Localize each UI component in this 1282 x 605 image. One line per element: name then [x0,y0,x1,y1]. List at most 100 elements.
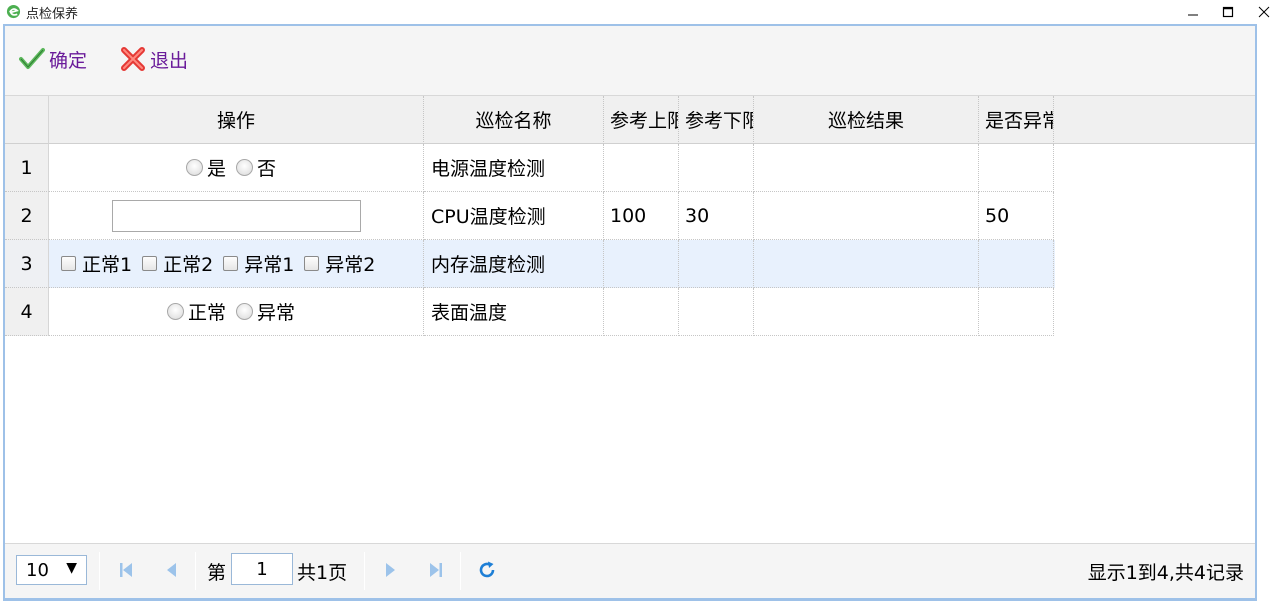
minimize-button[interactable] [1175,0,1211,24]
refresh-icon [479,561,495,578]
table-row[interactable]: 4 正常 异常 表面温度 [5,288,1055,336]
header-inspection-name[interactable]: 巡检名称 [424,96,604,144]
lower-limit-cell [679,288,754,336]
option-label: 异常 [257,302,296,324]
table-row[interactable]: 1 是 否 电源温度检测 [5,144,1055,192]
cross-icon [121,47,145,71]
confirm-label: 确定 [49,49,88,72]
exit-button[interactable]: 退出 [120,45,188,73]
row-number: 1 [5,144,49,192]
title-bar: 点检保养 [0,0,1282,24]
maximize-button[interactable] [1210,0,1246,24]
row-number: 3 [5,240,49,288]
checkbox-option[interactable]: 异常1 [223,250,294,277]
grid-header: 操作 巡检名称 参考上限 参考下限 巡检结果 是否异常 [5,96,1055,144]
radio-option-normal[interactable]: 正常 [166,298,226,325]
inspection-name-cell: CPU温度检测 [424,192,604,240]
page-total: 共1页 [297,562,348,584]
confirm-button[interactable]: 确定 [19,45,87,73]
radio-icon[interactable] [236,303,253,320]
checkbox-icon[interactable] [304,256,320,271]
separator [99,552,100,590]
header-upper-limit[interactable]: 参考上限 [604,96,679,144]
result-cell [754,240,979,288]
checkbox-option[interactable]: 正常2 [142,250,213,277]
header-rownum [5,96,49,144]
pagination-bar: 10 ▼ 第 1 共1页 显示1到4,共4记录 [5,543,1255,598]
next-page-icon [386,563,395,577]
upper-limit-cell [604,240,679,288]
refresh-button[interactable] [476,559,498,581]
operation-text-input[interactable] [111,199,361,232]
radio-icon[interactable] [166,303,184,320]
last-page-icon [430,563,442,577]
next-page-button[interactable] [380,559,402,581]
checkbox-icon[interactable] [142,256,158,271]
upper-limit-cell [604,144,679,192]
close-icon [1258,6,1270,18]
header-lower-limit[interactable]: 参考下限 [679,96,754,144]
separator [460,552,461,590]
dialog-frame: 确定 退出 操作 巡检名称 参考上限 参考下限 巡检结果 是否异常 1 是 否 [3,24,1257,601]
abnormal-cell [979,240,1054,288]
abnormal-cell [979,144,1054,192]
lower-limit-cell [679,144,754,192]
close-button[interactable] [1246,0,1282,24]
radio-icon[interactable] [236,159,253,176]
window-title: 点检保养 [26,7,79,22]
exit-label: 退出 [150,49,189,72]
abnormal-cell [979,288,1054,336]
result-cell [754,192,979,240]
minimize-icon [1188,14,1198,16]
page-size-value: 10 [26,559,49,581]
maximize-icon [1222,6,1234,18]
radio-option-no[interactable]: 否 [236,154,276,181]
record-info: 显示1到4,共4记录 [1087,562,1244,584]
app-logo-icon [6,4,21,19]
radio-option-abnormal[interactable]: 异常 [236,298,295,325]
toolbar: 确定 退出 [5,26,1255,96]
first-page-icon [120,563,132,577]
option-label: 否 [257,158,277,180]
row-number: 2 [5,192,49,240]
lower-limit-cell [679,240,754,288]
last-page-button[interactable] [425,559,447,581]
operation-cell [49,192,424,240]
page-size-select[interactable]: 10 ▼ [16,555,87,585]
abnormal-cell: 50 [979,192,1054,240]
upper-limit-cell: 100 [604,192,679,240]
checkbox-icon[interactable] [223,256,239,271]
inspection-name-cell: 电源温度检测 [424,144,604,192]
option-label: 异常1 [244,254,295,276]
inspection-name-cell: 表面温度 [424,288,604,336]
option-label: 异常2 [325,254,376,276]
radio-option-yes[interactable]: 是 [185,154,226,181]
operation-cell: 正常1 正常2 异常1 异常2 [49,240,424,288]
option-label: 正常 [187,302,226,324]
first-page-button[interactable] [115,559,137,581]
inspection-name-cell: 内存温度检测 [424,240,604,288]
result-cell [754,288,979,336]
lower-limit-cell: 30 [679,192,754,240]
checkbox-icon[interactable] [61,256,76,271]
checkmark-icon [19,48,45,69]
header-result[interactable]: 巡检结果 [754,96,979,144]
operation-cell: 是 否 [49,144,424,192]
page-number-input[interactable]: 1 [231,553,293,585]
checkbox-option[interactable]: 正常1 [61,250,132,277]
separator [364,552,365,590]
row-number: 4 [5,288,49,336]
header-operation[interactable]: 操作 [49,96,424,144]
option-label: 正常1 [82,254,133,276]
upper-limit-cell [604,288,679,336]
option-label: 是 [206,158,226,180]
table-row[interactable]: 3 正常1 正常2 异常1 异常2 内存温度检测 [5,240,1055,288]
header-abnormal[interactable]: 是否异常 [979,96,1054,144]
dropdown-arrow-icon[interactable]: ▼ [66,560,77,576]
result-cell [754,144,979,192]
prev-page-button[interactable] [160,559,182,581]
radio-icon[interactable] [185,159,203,176]
table-row[interactable]: 2 CPU温度检测 100 30 50 [5,192,1055,240]
option-label: 正常2 [163,254,214,276]
checkbox-option[interactable]: 异常2 [304,250,375,277]
